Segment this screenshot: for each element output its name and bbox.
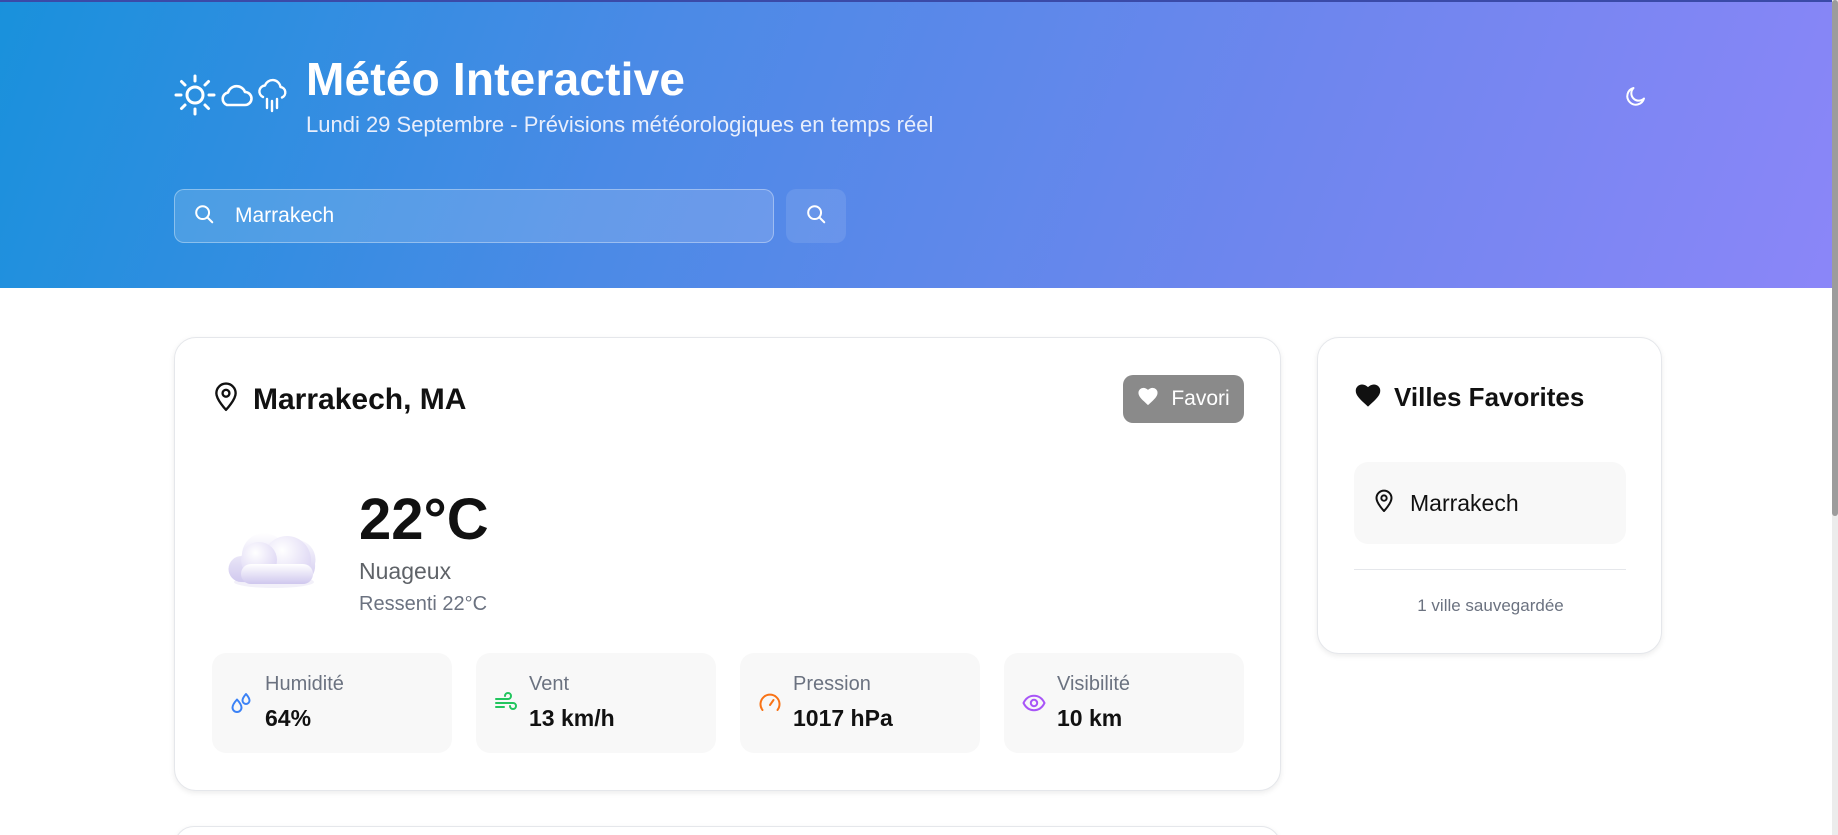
- wind-icon: [494, 691, 518, 720]
- moon-icon: [1624, 84, 1648, 113]
- stat-value: 64%: [265, 705, 312, 731]
- favorite-city-label: Marrakech: [1410, 489, 1519, 516]
- stat-value: 10 km: [1057, 705, 1123, 731]
- favorites-count: 1 ville sauvegardée: [1417, 596, 1564, 615]
- heart-icon: [1354, 382, 1382, 413]
- city-heading: Marrakech, MA: [213, 382, 466, 417]
- forecast-card: [174, 826, 1281, 835]
- current-weather-card: Marrakech, MA Favori 22°C Nuageux Ressen…: [174, 337, 1281, 791]
- heart-icon: [1137, 386, 1159, 412]
- eye-icon: [1022, 691, 1046, 720]
- stat-value: 13 km/h: [529, 705, 615, 731]
- weather-condition: Nuageux: [359, 558, 452, 584]
- feels-like: Ressenti 22°C: [359, 593, 488, 615]
- search-icon: [805, 203, 827, 230]
- stat-pressure: Pression 1017 hPa: [740, 653, 980, 753]
- stat-visibility: Visibilité 10 km: [1004, 653, 1244, 753]
- stat-value: 1017 hPa: [793, 705, 893, 731]
- search-button[interactable]: [786, 189, 846, 243]
- header: Météo Interactive Lundi 29 Septembre - P…: [0, 0, 1838, 288]
- logo: [174, 74, 288, 116]
- stat-label: Visibilité: [1057, 673, 1130, 695]
- scrollbar-thumb[interactable]: [1832, 0, 1838, 516]
- gauge-icon: [758, 691, 782, 720]
- city-name: Marrakech, MA: [253, 382, 467, 416]
- favorite-button-label: Favori: [1171, 387, 1230, 410]
- map-pin-icon: [1374, 489, 1394, 518]
- search-box: [174, 189, 774, 243]
- search-icon: [193, 203, 215, 230]
- favorite-button[interactable]: Favori: [1123, 375, 1244, 423]
- stat-label: Humidité: [265, 673, 344, 695]
- page-title: Météo Interactive: [306, 53, 686, 105]
- favorites-heading: Villes Favorites: [1354, 382, 1584, 413]
- cloud-icon: [218, 80, 254, 110]
- rain-cloud-icon: [256, 77, 288, 113]
- stat-humidity: Humidité 64%: [212, 653, 452, 753]
- favorites-card: Villes Favorites Marrakech 1 ville sauve…: [1317, 337, 1662, 654]
- stat-label: Pression: [793, 673, 871, 695]
- temperature: 22°C: [359, 487, 489, 552]
- favorite-city-item[interactable]: Marrakech: [1354, 462, 1626, 544]
- stat-label: Vent: [529, 673, 570, 695]
- theme-toggle-button[interactable]: [1618, 80, 1654, 116]
- cloud-icon: [227, 526, 321, 595]
- droplets-icon: [230, 691, 254, 720]
- page-subtitle: Lundi 29 Septembre - Prévisions météorol…: [306, 112, 934, 137]
- search-input[interactable]: [235, 204, 735, 228]
- favorites-title: Villes Favorites: [1394, 382, 1585, 412]
- divider: [1354, 569, 1626, 570]
- stat-wind: Vent 13 km/h: [476, 653, 716, 753]
- map-pin-icon: [213, 382, 239, 417]
- sun-icon: [174, 74, 216, 116]
